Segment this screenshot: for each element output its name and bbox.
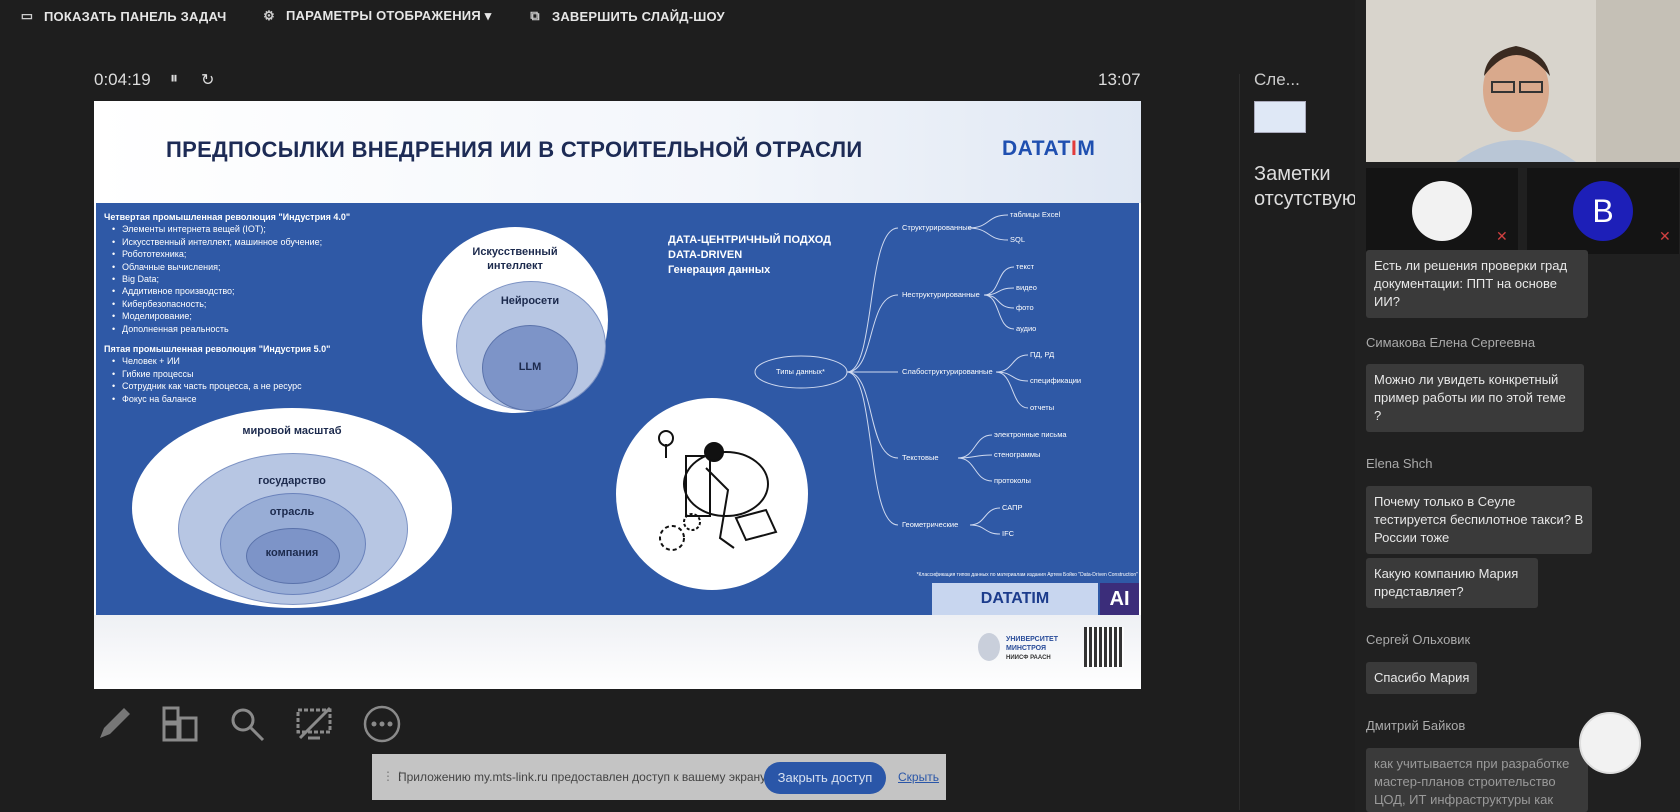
university-subtitle: НИИСФ РААСН xyxy=(1006,655,1051,661)
slide-body: Четвертая промышленная революция "Индуст… xyxy=(96,203,1139,615)
logo-part-a: DATAT xyxy=(1002,137,1071,160)
chat-author: Дмитрий Байков xyxy=(1366,718,1466,733)
datatim-logo: DATATIM xyxy=(1002,137,1095,161)
university-avatar xyxy=(1412,181,1472,241)
show-taskbar-button[interactable]: ▭ ПОКАЗАТЬ ПАНЕЛЬ ЗАДАЧ xyxy=(18,8,226,24)
speaker-video xyxy=(1366,0,1680,162)
tree-leaf-label: SQL xyxy=(1010,235,1026,244)
tree-leaf-label: IFC xyxy=(1002,529,1015,538)
speaker-figure-icon xyxy=(1366,0,1680,162)
more-options-icon[interactable] xyxy=(362,704,402,744)
chat-author: Сергей Ольховик xyxy=(1366,632,1471,647)
mic-muted-icon: ✕ xyxy=(1496,228,1508,244)
display-settings-icon: ⚙ xyxy=(263,8,275,23)
tree-root-label: Типы данных* xyxy=(776,367,825,376)
black-screen-icon[interactable] xyxy=(294,704,334,744)
screen-share-notice: ⋮⋮ Приложению my.mts-link.ru предоставле… xyxy=(372,754,946,800)
university-floating-logo[interactable] xyxy=(1579,712,1641,774)
chat-message: как учитывается при разработке мастер-пл… xyxy=(1366,748,1588,812)
chat-message: Можно ли увидеть конкретный пример работ… xyxy=(1366,364,1584,432)
taskbar-icon: ▭ xyxy=(20,8,34,23)
participant-tile-b[interactable]: B ✕ xyxy=(1527,168,1679,254)
tree-leaf-label: видео xyxy=(1016,283,1037,292)
hide-notice-link[interactable]: Скрыть xyxy=(898,770,939,784)
qr-code-icon xyxy=(1084,627,1124,667)
tree-leaf-label: текст xyxy=(1016,262,1035,271)
current-slide: ПРЕДПОСЫЛКИ ВНЕДРЕНИЯ ИИ В СТРОИТЕЛЬНОЙ … xyxy=(94,101,1141,689)
display-settings-button[interactable]: ⚙ ПАРАМЕТРЫ ОТОБРАЖЕНИЯ ▾ xyxy=(260,8,491,24)
panel-divider xyxy=(1239,74,1240,810)
chat-author: Симакова Елена Сергеевна xyxy=(1366,335,1536,350)
data-types-tree-lines xyxy=(754,214,1029,535)
pause-button[interactable]: ⏸ xyxy=(170,70,178,88)
slides-grid-icon[interactable] xyxy=(160,704,200,744)
avatar-b: B xyxy=(1573,181,1633,241)
participant-tile-university[interactable]: ✕ xyxy=(1366,168,1518,254)
presenter-toolbar: ▭ ПОКАЗАТЬ ПАНЕЛЬ ЗАДАЧ ⚙ ПАРАМЕТРЫ ОТОБ… xyxy=(0,0,1350,34)
tree-group-label: Слабоструктурированные xyxy=(902,367,993,376)
logo-part-c: M xyxy=(1077,137,1096,160)
tree-group-label: Структурированные xyxy=(902,223,972,232)
next-slide-label: Сле... xyxy=(1254,70,1300,89)
zoom-icon[interactable] xyxy=(227,704,267,744)
pen-tool-icon[interactable] xyxy=(94,704,134,744)
tree-group-label: Неструктурированные xyxy=(902,290,980,299)
slide-footnote: *Классификация типов данных по материала… xyxy=(916,572,1138,578)
tree-leaf-label: электронные письма xyxy=(994,430,1067,439)
chat-author: Elena Shch xyxy=(1366,456,1433,471)
restart-timer-button[interactable]: ↻ xyxy=(201,70,214,90)
tree-group-label: Геометрические xyxy=(902,520,959,529)
next-slide-thumbnail[interactable] xyxy=(1254,101,1306,133)
datatim-badge: DATATIM xyxy=(932,583,1098,615)
stop-sharing-button[interactable]: Закрыть доступ xyxy=(764,762,886,794)
display-settings-label: ПАРАМЕТРЫ ОТОБРАЖЕНИЯ ▾ xyxy=(286,8,492,23)
share-notice-text: Приложению my.mts-link.ru предоставлен д… xyxy=(398,770,769,784)
tree-leaf-label: САПР xyxy=(1002,503,1023,512)
tree-leaf-label: протоколы xyxy=(994,476,1031,485)
mic-muted-icon: ✕ xyxy=(1659,228,1671,244)
tree-leaf-label: ПД, РД xyxy=(1030,350,1055,359)
current-time: 13:07 xyxy=(1098,70,1141,89)
end-slideshow-icon: ⧉ xyxy=(530,8,540,23)
end-slideshow-label: ЗАВЕРШИТЬ СЛАЙД-ШОУ xyxy=(552,8,725,24)
slide-title: ПРЕДПОСЫЛКИ ВНЕДРЕНИЯ ИИ В СТРОИТЕЛЬНОЙ … xyxy=(166,137,863,162)
university-name: УНИВЕРСИТЕТ МИНСТРОЯ xyxy=(1006,636,1058,652)
chat-message: Какую компанию Мария представляет? xyxy=(1366,558,1538,608)
tree-leaf-label: аудио xyxy=(1016,324,1037,333)
notes-text: Заметки отсутствуют. xyxy=(1254,163,1369,210)
tree-leaf-label: отчеты xyxy=(1030,403,1055,412)
slide-header: ПРЕДПОСЫЛКИ ВНЕДРЕНИЯ ИИ В СТРОИТЕЛЬНОЙ … xyxy=(94,101,1141,203)
end-slideshow-button[interactable]: ⧉ ЗАВЕРШИТЬ СЛАЙД-ШОУ xyxy=(526,8,725,24)
university-emblem-icon xyxy=(978,633,1000,661)
ai-badge: AI xyxy=(1100,583,1139,615)
chat-message: Спасибо Мария xyxy=(1366,662,1478,694)
chat-message: Есть ли решения проверки град документац… xyxy=(1366,250,1588,318)
tree-leaf-label: таблицы Excel xyxy=(1010,210,1061,219)
slide-footer: УНИВЕРСИТЕТ МИНСТРОЯ НИИСФ РААСН xyxy=(94,615,1141,689)
chat-message: Почему только в Сеуле тестируется беспил… xyxy=(1366,486,1592,554)
show-taskbar-label: ПОКАЗАТЬ ПАНЕЛЬ ЗАДАЧ xyxy=(44,8,227,24)
elapsed-timer: 0:04:19 xyxy=(94,70,151,89)
tree-leaf-label: стенограммы xyxy=(994,450,1041,459)
tree-leaf-label: спецификации xyxy=(1030,376,1082,385)
tree-leaf-label: фото xyxy=(1016,303,1034,312)
tree-group-label: Текстовые xyxy=(902,453,939,462)
